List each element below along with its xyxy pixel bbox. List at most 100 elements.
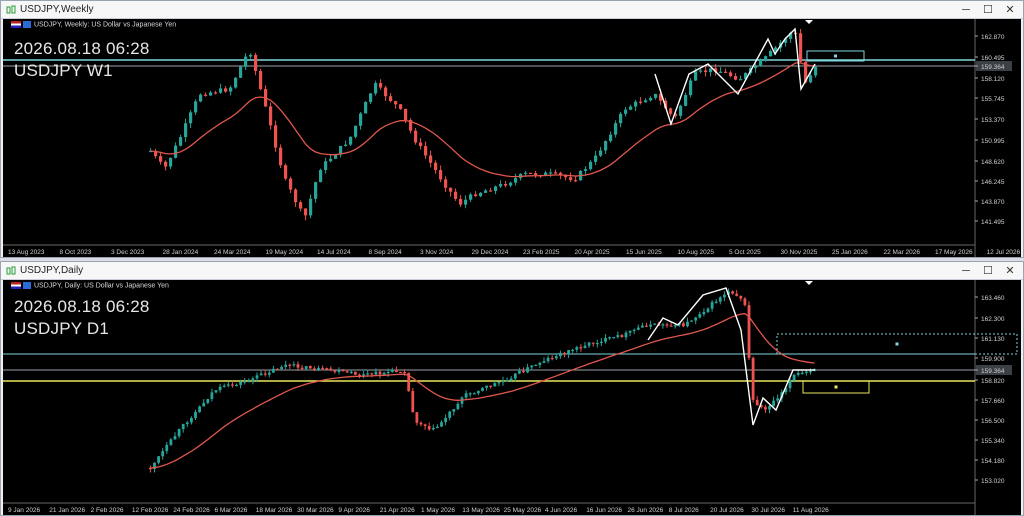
close-button[interactable]: ✕ bbox=[999, 263, 1021, 279]
time-axis-label: 10 Aug 2025 bbox=[678, 249, 715, 256]
bullish-candle bbox=[436, 426, 439, 429]
bearish-candle bbox=[299, 202, 303, 209]
maximize-button[interactable]: ☐ bbox=[977, 263, 999, 279]
time-axis-label: 22 Mar 2026 bbox=[884, 249, 921, 256]
maximize-button[interactable]: ☐ bbox=[977, 2, 999, 18]
bullish-candle bbox=[247, 381, 251, 383]
time-axis-label: 9 Jan 2026 bbox=[8, 507, 41, 514]
bullish-candle bbox=[554, 356, 558, 359]
daily-chart-area[interactable]: 163.460 162.300 161.130 159.900 159.364 158.8… bbox=[3, 280, 1021, 515]
bullish-candle bbox=[796, 372, 800, 375]
bullish-candle bbox=[644, 100, 648, 103]
bullish-candle bbox=[538, 362, 542, 365]
bullish-candle bbox=[723, 294, 726, 298]
bearish-candle bbox=[591, 342, 595, 344]
bearish-candle bbox=[284, 165, 288, 179]
bullish-candle bbox=[800, 372, 804, 375]
bullish-candle bbox=[440, 422, 443, 427]
time-axis-label: 30 Mar 2026 bbox=[297, 507, 334, 514]
bullish-candle bbox=[479, 192, 483, 197]
bullish-candle bbox=[369, 93, 373, 102]
bullish-candle bbox=[374, 83, 378, 94]
bullish-candle bbox=[452, 409, 456, 412]
bullish-candle bbox=[505, 380, 509, 382]
weekly-chart-area[interactable]: 162.870 160.495 159.364 158.120 155.745 153.3… bbox=[3, 19, 1021, 257]
daily-chart-window: USDJPY,Daily ─ ☐ ✕ 163.460 162.300 161.130… bbox=[0, 261, 1024, 516]
bearish-candle bbox=[269, 106, 273, 126]
bullish-candle bbox=[709, 68, 713, 73]
daily-price-chart[interactable]: 163.460 162.300 161.130 159.900 159.364 158.8… bbox=[3, 280, 1021, 515]
bullish-candle bbox=[653, 323, 657, 325]
bullish-candle bbox=[614, 123, 618, 135]
bullish-candle bbox=[629, 106, 633, 110]
daily-titlebar[interactable]: USDJPY,Daily ─ ☐ ✕ bbox=[1, 262, 1023, 280]
bearish-candle bbox=[459, 198, 463, 205]
bearish-candle bbox=[563, 352, 566, 355]
bearish-candle bbox=[735, 293, 739, 296]
bullish-candle bbox=[719, 71, 723, 73]
bullish-candle bbox=[173, 436, 177, 440]
daily-window-title: USDJPY,Daily bbox=[20, 265, 84, 276]
time-axis-label: 8 Sep 2024 bbox=[369, 249, 403, 256]
bullish-candle bbox=[739, 79, 743, 81]
bullish-candle bbox=[214, 390, 218, 393]
bearish-candle bbox=[378, 371, 382, 375]
bearish-candle bbox=[308, 366, 312, 369]
time-axis-label: 14 Jul 2024 bbox=[317, 249, 351, 256]
time-axis-label: 3 Nov 2024 bbox=[420, 249, 454, 256]
time-axis-label: 20 Jul 2026 bbox=[710, 507, 744, 514]
bullish-candle bbox=[649, 97, 653, 101]
bullish-candle bbox=[157, 456, 160, 463]
bullish-candle bbox=[284, 364, 288, 367]
close-button[interactable]: ✕ bbox=[999, 2, 1021, 18]
weekly-window-title: USDJPY,Weekly bbox=[20, 4, 94, 15]
bullish-candle bbox=[362, 374, 365, 376]
bullish-candle bbox=[431, 428, 435, 430]
time-axis-label: 3 Dec 2023 bbox=[111, 249, 145, 256]
bearish-candle bbox=[620, 335, 624, 338]
bullish-candle bbox=[239, 381, 242, 385]
price-axis-label: 153.370 bbox=[981, 117, 1005, 124]
bullish-candle bbox=[706, 308, 710, 312]
bullish-candle bbox=[689, 80, 693, 96]
bullish-candle bbox=[619, 113, 623, 124]
bullish-candle bbox=[324, 161, 328, 170]
period-marker-icon bbox=[805, 20, 813, 24]
bearish-candle bbox=[449, 187, 453, 192]
bearish-candle bbox=[504, 183, 508, 186]
price-axis-label: 158.820 bbox=[981, 378, 1005, 385]
bullish-candle bbox=[292, 364, 296, 366]
bullish-candle bbox=[759, 60, 763, 67]
bullish-candle bbox=[788, 380, 792, 389]
bullish-candle bbox=[255, 375, 259, 379]
bearish-candle bbox=[274, 125, 278, 148]
bearish-candle bbox=[682, 323, 685, 327]
bullish-candle bbox=[546, 357, 550, 362]
bullish-candle bbox=[714, 301, 718, 303]
bullish-candle bbox=[272, 368, 275, 373]
bullish-candle bbox=[616, 335, 620, 337]
bearish-candle bbox=[747, 305, 751, 358]
weekly-titlebar[interactable]: USDJPY,Weekly ─ ☐ ✕ bbox=[1, 1, 1023, 19]
bullish-candle bbox=[329, 158, 333, 162]
bullish-candle bbox=[185, 422, 189, 425]
bullish-candle bbox=[194, 412, 197, 418]
bullish-candle bbox=[571, 349, 575, 351]
time-axis-label: 29 Dec 2024 bbox=[472, 249, 509, 256]
bullish-candle bbox=[484, 190, 488, 193]
bullish-candle bbox=[526, 367, 529, 373]
bullish-candle bbox=[754, 66, 758, 68]
bearish-candle bbox=[403, 372, 406, 374]
weekly-price-chart[interactable]: 162.870 160.495 159.364 158.120 155.745 153.3… bbox=[3, 19, 1021, 257]
bullish-candle bbox=[249, 54, 253, 57]
minimize-button[interactable]: ─ bbox=[955, 2, 977, 18]
time-axis-label: 24 Mar 2024 bbox=[214, 249, 251, 256]
bearish-candle bbox=[288, 364, 292, 366]
bullish-candle bbox=[194, 101, 198, 113]
bullish-candle bbox=[559, 352, 562, 357]
price-axis-label: 159.900 bbox=[981, 356, 1005, 363]
bearish-candle bbox=[419, 142, 423, 147]
minimize-button[interactable]: ─ bbox=[955, 263, 977, 279]
price-axis-label: 157.660 bbox=[981, 398, 1005, 405]
bullish-candle bbox=[244, 56, 248, 67]
